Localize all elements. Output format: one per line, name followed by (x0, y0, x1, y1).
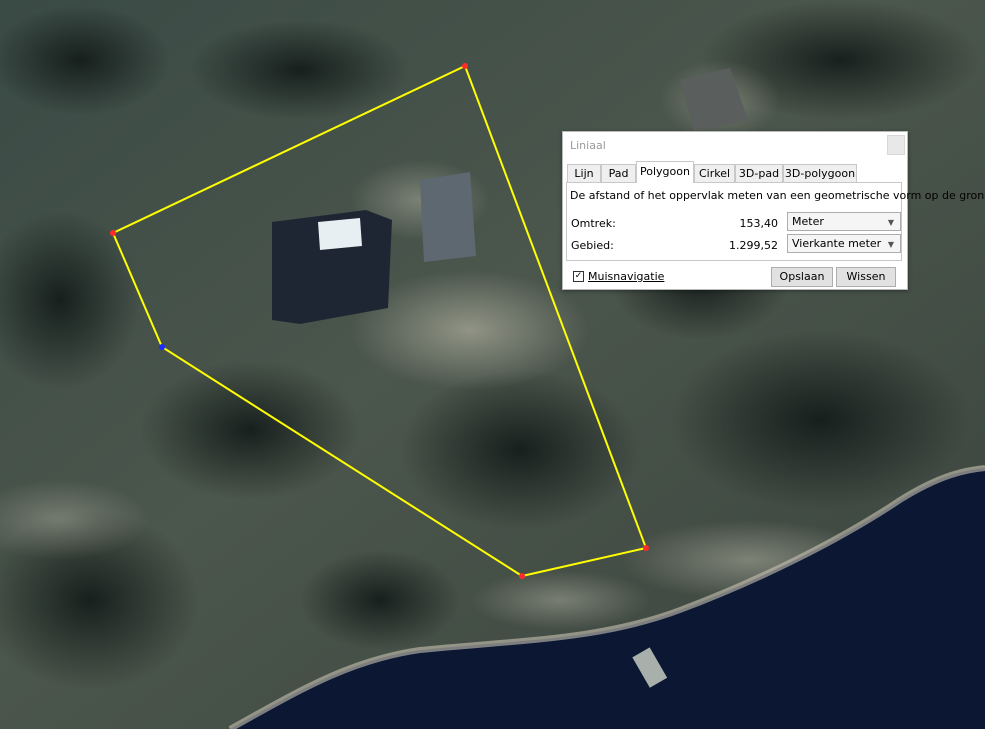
dialog-title: Liniaal (570, 139, 606, 152)
tab-cirkel[interactable]: Cirkel (694, 164, 735, 182)
vertex-point (462, 63, 468, 69)
chevron-down-icon: ▼ (887, 218, 894, 227)
perimeter-unit: Meter (792, 215, 824, 228)
clear-button[interactable]: Wissen (836, 267, 896, 287)
area-label: Gebied: (571, 239, 614, 252)
perimeter-unit-select[interactable]: Meter ▼ (787, 212, 901, 231)
tab-lijn[interactable]: Lijn (567, 164, 601, 182)
dialog-titlebar[interactable]: Liniaal (563, 132, 907, 158)
area-value: 1.299,52 (729, 239, 778, 252)
tab-3d-polygoon[interactable]: 3D-polygoon (783, 164, 857, 182)
mouse-navigation-checkbox[interactable]: ✓ (573, 271, 584, 282)
main-building (272, 210, 392, 324)
close-button[interactable] (887, 135, 905, 155)
side-building (420, 172, 476, 262)
area-unit-select[interactable]: Vierkante meter ▼ (787, 234, 901, 253)
polygon-panel: De afstand of het oppervlak meten van ee… (566, 182, 985, 261)
active-vertex-point (159, 344, 165, 350)
chevron-down-icon: ▼ (887, 240, 894, 249)
tab-polygoon[interactable]: Polygoon (636, 161, 694, 183)
description-text: De afstand of het oppervlak meten van ee… (570, 189, 985, 202)
tab-pad[interactable]: Pad (601, 164, 636, 182)
vertex-point (110, 230, 116, 236)
perimeter-value: 153,40 (739, 217, 779, 230)
save-button[interactable]: Opslaan (771, 267, 833, 287)
mouse-navigation-label: Muisnavigatie (588, 270, 665, 283)
perimeter-label: Omtrek: (571, 217, 616, 230)
ruler-dialog: Liniaal Lijn Pad Polygoon Cirkel 3D-pad … (562, 131, 985, 290)
satellite-map[interactable] (0, 0, 985, 729)
vertex-point (643, 545, 649, 551)
area-unit: Vierkante meter (792, 237, 882, 250)
vertex-point (519, 573, 525, 579)
tab-3d-pad[interactable]: 3D-pad (735, 164, 783, 182)
